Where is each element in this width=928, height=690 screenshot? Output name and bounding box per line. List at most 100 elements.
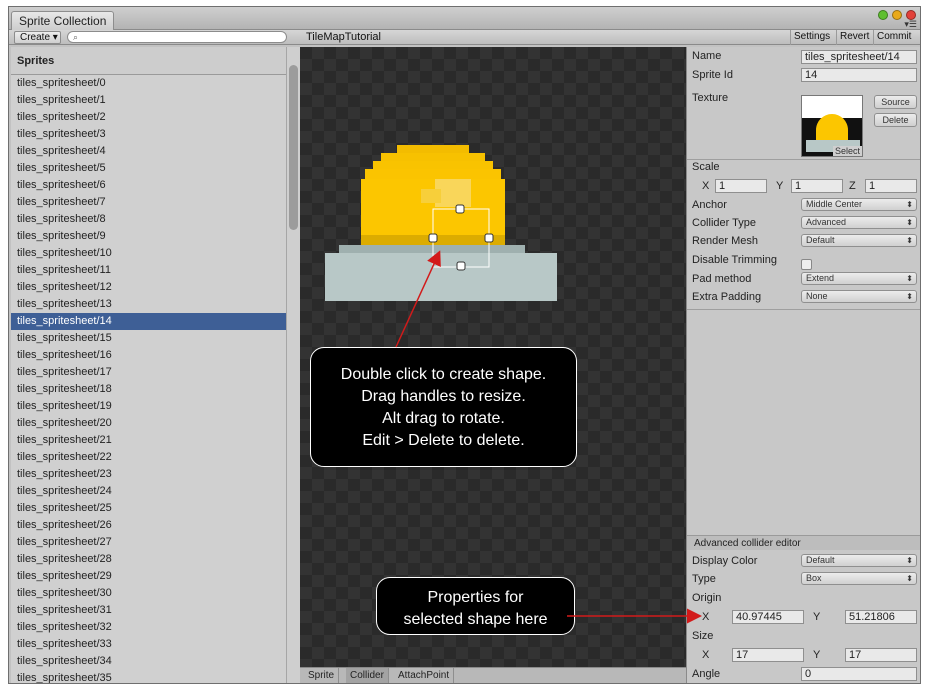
search-icon: ⌕: [73, 32, 79, 42]
list-item[interactable]: tiles_spritesheet/2: [11, 109, 286, 126]
tab-sprite[interactable]: Sprite: [304, 668, 340, 683]
list-item[interactable]: tiles_spritesheet/17: [11, 364, 286, 381]
settings-button[interactable]: Settings: [790, 30, 833, 45]
texture-select-button[interactable]: Select: [832, 146, 862, 156]
delete-button[interactable]: Delete: [874, 113, 917, 127]
list-item[interactable]: tiles_spritesheet/12: [11, 279, 286, 296]
list-item[interactable]: tiles_spritesheet/0: [11, 75, 286, 92]
tab-attachpoint[interactable]: AttachPoint: [394, 668, 455, 683]
create-button[interactable]: Create ▾: [14, 31, 61, 44]
list-item[interactable]: tiles_spritesheet/32: [11, 619, 286, 636]
help-line: Alt drag to rotate.: [382, 410, 505, 427]
list-item[interactable]: tiles_spritesheet/13: [11, 296, 286, 313]
sprite-id-label: Sprite Id: [692, 69, 733, 81]
list-item[interactable]: tiles_spritesheet/26: [11, 517, 286, 534]
list-item[interactable]: tiles_spritesheet/19: [11, 398, 286, 415]
name-field[interactable]: tiles_spritesheet/14: [801, 50, 917, 64]
list-item[interactable]: tiles_spritesheet/29: [11, 568, 286, 585]
extra-padding-dropdown[interactable]: None ⬍: [801, 290, 917, 303]
render-mesh-dropdown[interactable]: Default ⬍: [801, 234, 917, 247]
sprite-id-field[interactable]: 14: [801, 68, 917, 82]
list-item[interactable]: tiles_spritesheet/6: [11, 177, 286, 194]
zoom-button[interactable]: [892, 10, 902, 20]
advanced-collider-header: Advanced collider editor: [687, 535, 920, 550]
properties-line: selected shape here: [403, 611, 548, 628]
list-scrollbar[interactable]: [286, 47, 300, 683]
pad-method-dropdown[interactable]: Extend ⬍: [801, 272, 917, 285]
revert-button[interactable]: Revert: [836, 30, 872, 45]
list-item[interactable]: tiles_spritesheet/10: [11, 245, 286, 262]
list-item[interactable]: tiles_spritesheet/11: [11, 262, 286, 279]
properties-line: Properties for: [427, 589, 524, 606]
handle-right[interactable]: [484, 233, 494, 243]
help-callout: Double click to create shape. Drag handl…: [310, 347, 577, 467]
list-item[interactable]: tiles_spritesheet/25: [11, 500, 286, 517]
scale-label: Scale: [692, 161, 720, 173]
sprite-base: [325, 245, 557, 301]
list-item[interactable]: tiles_spritesheet/20: [11, 415, 286, 432]
size-x-field[interactable]: 17: [732, 648, 804, 662]
list-item[interactable]: tiles_spritesheet/9: [11, 228, 286, 245]
list-item[interactable]: tiles_spritesheet/33: [11, 636, 286, 653]
type-label: Type: [692, 573, 716, 585]
divider: [687, 159, 920, 160]
texture-thumbnail[interactable]: Select: [801, 95, 863, 157]
commit-button[interactable]: Commit: [873, 30, 920, 45]
handle-left[interactable]: [428, 233, 438, 243]
menu-icon[interactable]: ▾☰: [904, 20, 917, 29]
source-button[interactable]: Source: [874, 95, 917, 109]
angle-field[interactable]: 0: [801, 667, 917, 681]
help-line: Double click to create shape.: [340, 366, 547, 383]
list-item[interactable]: tiles_spritesheet/35: [11, 670, 286, 683]
anchor-dropdown[interactable]: Middle Center ⬍: [801, 198, 917, 211]
list-item[interactable]: tiles_spritesheet/1: [11, 92, 286, 109]
disable-trimming-checkbox[interactable]: [801, 259, 812, 270]
origin-y-field[interactable]: 51.21806: [845, 610, 917, 624]
list-item[interactable]: tiles_spritesheet/31: [11, 602, 286, 619]
search-input[interactable]: ⌕: [67, 31, 287, 43]
title-bar: Sprite Collection ▾☰: [9, 7, 920, 30]
window-tab[interactable]: Sprite Collection: [11, 11, 115, 30]
type-dropdown[interactable]: Box ⬍: [801, 572, 917, 585]
list-item[interactable]: tiles_spritesheet/18: [11, 381, 286, 398]
list-item[interactable]: tiles_spritesheet/8: [11, 211, 286, 228]
list-item[interactable]: tiles_spritesheet/7: [11, 194, 286, 211]
list-item[interactable]: tiles_spritesheet/3: [11, 126, 286, 143]
display-color-dropdown[interactable]: Default ⬍: [801, 554, 917, 567]
handle-bottom[interactable]: [456, 261, 466, 271]
sprite-collection-window: Sprite Collection ▾☰ Create ▾ ⌕ TileMapT…: [8, 6, 921, 684]
list-item[interactable]: tiles_spritesheet/24: [11, 483, 286, 500]
list-item[interactable]: tiles_spritesheet/30: [11, 585, 286, 602]
canvas-tab-bar: Sprite Collider AttachPoint: [300, 667, 686, 683]
list-item[interactable]: tiles_spritesheet/34: [11, 653, 286, 670]
dropdown-arrow-icon: ⬍: [906, 292, 913, 301]
scale-z-label: Z: [849, 180, 856, 192]
dropdown-arrow-icon: ⬍: [906, 236, 913, 245]
tab-collider[interactable]: Collider: [346, 668, 389, 683]
list-item[interactable]: tiles_spritesheet/27: [11, 534, 286, 551]
list-item[interactable]: tiles_spritesheet/4: [11, 143, 286, 160]
render-mesh-label: Render Mesh: [692, 235, 759, 247]
scale-y-field[interactable]: 1: [791, 179, 843, 193]
scale-z-field[interactable]: 1: [865, 179, 917, 193]
list-item[interactable]: tiles_spritesheet/16: [11, 347, 286, 364]
handle-top[interactable]: [455, 204, 465, 214]
scale-x-field[interactable]: 1: [715, 179, 767, 193]
list-item[interactable]: tiles_spritesheet/28: [11, 551, 286, 568]
help-line: Drag handles to resize.: [361, 388, 526, 405]
list-item[interactable]: tiles_spritesheet/15: [11, 330, 286, 347]
inspector-panel: Name tiles_spritesheet/14 Sprite Id 14 T…: [686, 47, 920, 683]
disable-trimming-label: Disable Trimming: [692, 254, 777, 266]
scroll-thumb[interactable]: [289, 65, 298, 230]
list-item[interactable]: tiles_spritesheet/14: [11, 313, 286, 330]
sprite-canvas[interactable]: Double click to create shape. Drag handl…: [300, 47, 686, 667]
list-item[interactable]: tiles_spritesheet/5: [11, 160, 286, 177]
size-y-field[interactable]: 17: [845, 648, 917, 662]
origin-x-field[interactable]: 40.97445: [732, 610, 804, 624]
list-item[interactable]: tiles_spritesheet/23: [11, 466, 286, 483]
minimize-button[interactable]: [878, 10, 888, 20]
list-item[interactable]: tiles_spritesheet/22: [11, 449, 286, 466]
size-y-label: Y: [813, 649, 821, 661]
collider-type-dropdown[interactable]: Advanced ⬍: [801, 216, 917, 229]
list-item[interactable]: tiles_spritesheet/21: [11, 432, 286, 449]
